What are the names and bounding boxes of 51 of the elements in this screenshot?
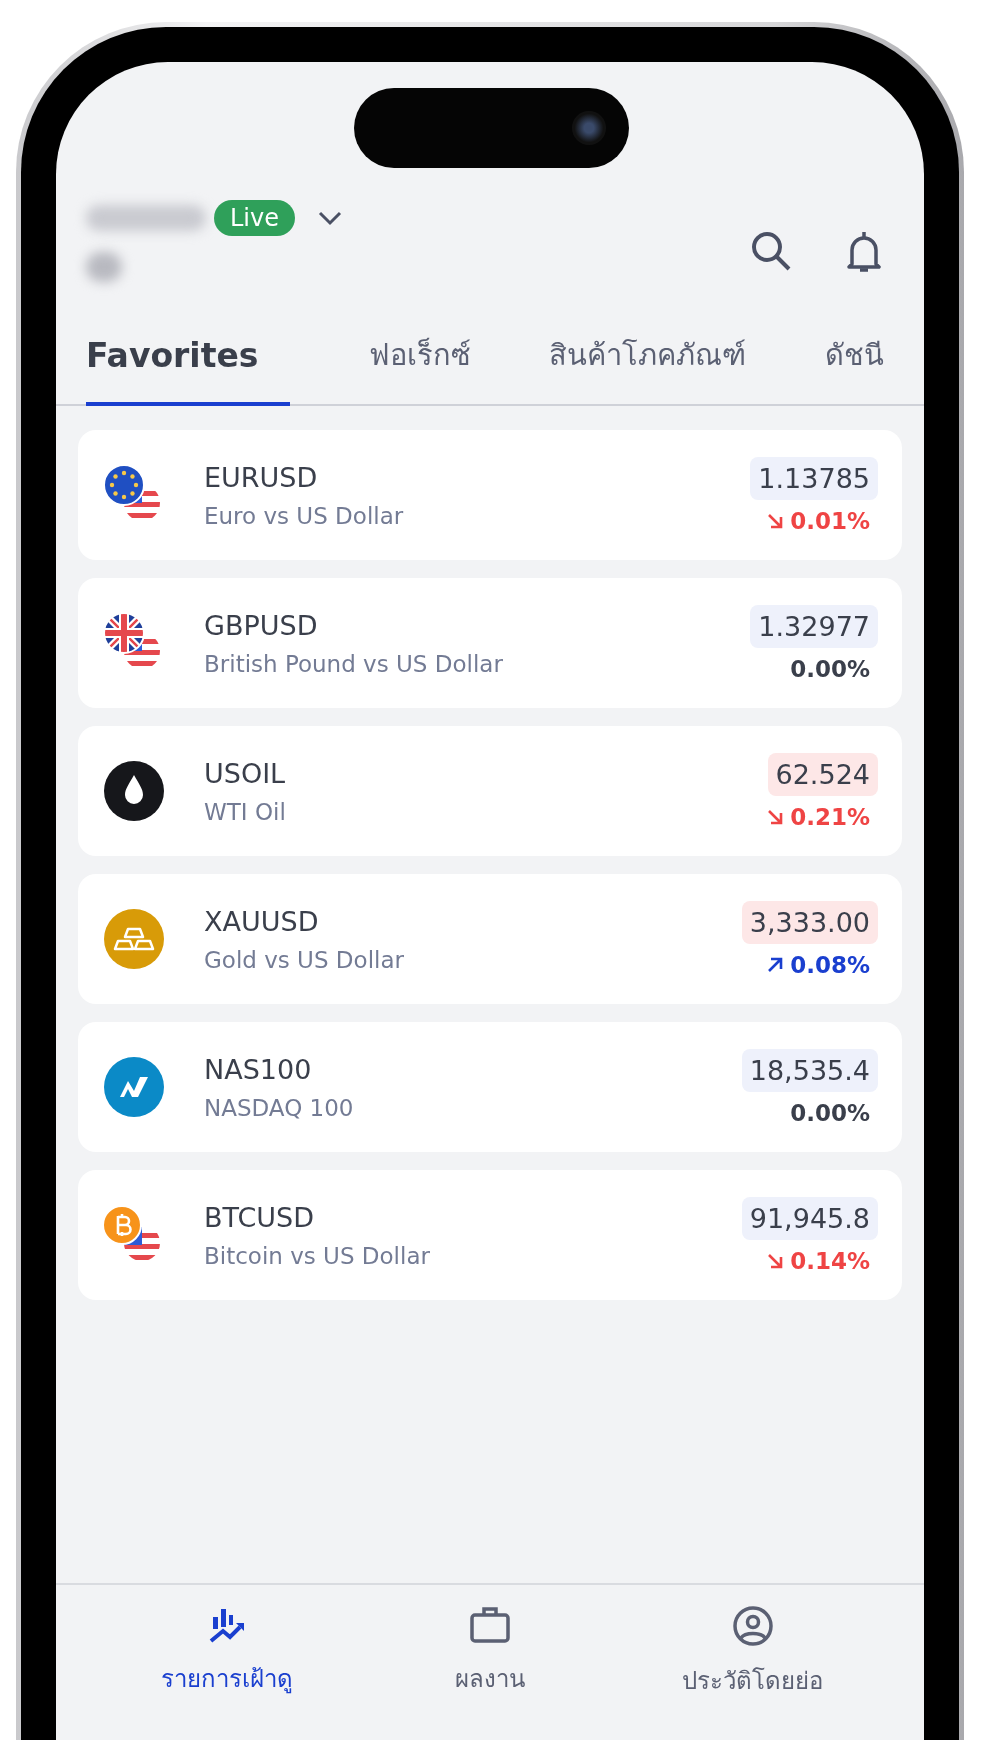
change-percent: 0.00% xyxy=(790,1099,870,1126)
instrument-name: Gold vs US Dollar xyxy=(204,946,404,973)
nav-tab[interactable]: รายการเฝ้าดู xyxy=(161,1659,294,1698)
instrument-name: British Pound vs US Dollar xyxy=(204,650,503,677)
instrument-card[interactable]: USOIL WTI Oil 62.524 0.21% xyxy=(78,726,902,856)
instrument-name: Bitcoin vs US Dollar xyxy=(204,1242,430,1269)
instrument-name: NASDAQ 100 xyxy=(204,1094,354,1121)
arrow-down-right-icon xyxy=(766,1251,785,1270)
oil-drop-icon xyxy=(102,759,166,823)
briefcase-icon xyxy=(468,1605,512,1645)
ingots-icon xyxy=(102,907,166,971)
bell-icon[interactable] xyxy=(844,230,884,274)
category-tab[interactable]: Favorites xyxy=(86,320,291,406)
chevron-down-icon[interactable] xyxy=(317,210,343,226)
change-percent: 0.01% xyxy=(790,507,870,534)
instrument-symbol: NAS100 xyxy=(204,1053,313,1085)
live-badge: Live xyxy=(214,200,295,236)
instrument-name: Euro vs US Dollar xyxy=(204,502,404,529)
arrow-up-right-icon xyxy=(766,955,785,974)
nav-tab[interactable]: ผลงาน xyxy=(455,1659,525,1698)
instrument-card[interactable]: XAUUSD Gold vs US Dollar 3,333.00 0.08% xyxy=(78,874,902,1004)
change-percent: 0.08% xyxy=(790,951,870,978)
price-value: 3,333.00 xyxy=(741,900,878,944)
arrow-down-right-icon xyxy=(766,807,785,826)
instrument-symbol: EURUSD xyxy=(204,461,319,493)
category-tab[interactable]: ฟอเร็กซ์ xyxy=(368,320,471,406)
change-percent: 0.00% xyxy=(790,655,870,682)
arrow-down-right-icon xyxy=(766,511,785,530)
change-percent: 0.21% xyxy=(790,803,870,830)
nav-tab[interactable]: ประวัติโดยย่อ xyxy=(682,1661,824,1700)
price-value: 1.13785 xyxy=(750,456,878,500)
instrument-card[interactable]: GBPUSD British Pound vs US Dollar 1.32977 0.00% xyxy=(78,578,902,708)
category-tab[interactable]: ดัชนี xyxy=(825,320,884,406)
category-tab[interactable]: สินค้าโภคภัณฑ์ xyxy=(549,320,747,406)
blurred-account-number xyxy=(86,252,122,282)
instrument-symbol: XAUUSD xyxy=(204,905,320,937)
instrument-card[interactable]: EURUSD Euro vs US Dollar 1.13785 0.01% xyxy=(78,430,902,560)
change-percent: 0.14% xyxy=(790,1247,870,1274)
price-value: 18,535.4 xyxy=(741,1048,878,1092)
price-value: 91,945.8 xyxy=(741,1196,878,1240)
instrument-symbol: GBPUSD xyxy=(204,609,319,641)
price-value: 62.524 xyxy=(767,752,878,796)
instrument-card[interactable]: NAS100 NASDAQ 100 18,535.4 0.00% xyxy=(78,1022,902,1152)
user-circle-icon xyxy=(731,1605,774,1647)
price-value: 1.32977 xyxy=(750,604,878,648)
index-logo-icon xyxy=(102,1055,166,1119)
instrument-card[interactable]: BTCUSD Bitcoin vs US Dollar 91,945.8 0.14% xyxy=(78,1170,902,1300)
instrument-symbol: BTCUSD xyxy=(204,1201,315,1233)
search-icon[interactable] xyxy=(750,230,792,272)
instrument-name: WTI Oil xyxy=(204,798,286,825)
instrument-symbol: USOIL xyxy=(204,757,286,789)
